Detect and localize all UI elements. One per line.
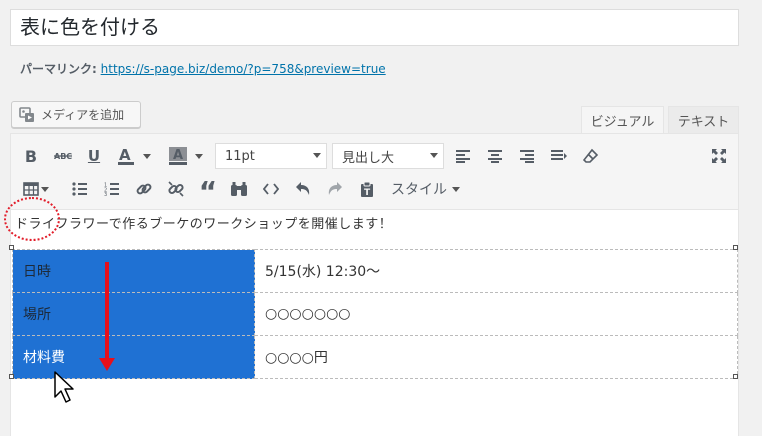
blockquote-icon[interactable]: “ xyxy=(196,177,220,206)
table-row: 日時 5/15(水) 12:30〜 xyxy=(12,249,738,293)
paste-text-icon[interactable]: T xyxy=(355,177,379,201)
table-head-cell[interactable]: 場所 xyxy=(12,292,255,336)
insert-link-icon[interactable] xyxy=(132,177,156,201)
clear-formatting-icon[interactable] xyxy=(579,144,603,168)
mouse-cursor-icon xyxy=(54,371,74,403)
svg-text:3: 3 xyxy=(104,192,107,196)
text-color-icon[interactable]: A xyxy=(114,144,138,168)
editor: B ABC U A A 11pt 見出し大 1 2 3 “ T スタイル ドライ… xyxy=(10,133,739,436)
bullet-list-icon[interactable] xyxy=(68,177,92,201)
add-media-label: メディアを追加 xyxy=(41,108,125,122)
chevron-down-icon xyxy=(452,186,460,192)
svg-text:A: A xyxy=(119,146,131,164)
justify-icon[interactable] xyxy=(547,144,571,168)
toolbar-row-1: B ABC U A A 11pt 見出し大 xyxy=(11,140,738,172)
down-arrow-shaft xyxy=(105,262,109,360)
tab-visual[interactable]: ビジュアル xyxy=(581,106,664,133)
table-value-cell[interactable]: 5/15(水) 12:30〜 xyxy=(254,249,738,293)
down-arrow-icon xyxy=(99,358,115,371)
event-table[interactable]: 日時 5/15(水) 12:30〜 場所 ○○○○○○○ 材料費 ○○○○円 xyxy=(12,249,738,379)
chevron-down-icon xyxy=(313,153,321,158)
block-format-select[interactable]: 見出し大 xyxy=(332,143,444,169)
find-replace-icon[interactable] xyxy=(227,177,251,201)
remove-link-icon[interactable] xyxy=(164,177,188,201)
intro-paragraph: ドライフラワーで作るブーケのワークショップを開催します！ xyxy=(15,217,393,232)
add-media-button[interactable]: メディアを追加 xyxy=(11,101,141,128)
block-format-value: 見出し大 xyxy=(342,150,395,166)
code-icon[interactable] xyxy=(259,177,283,201)
permalink: パーマリンク: https://s-page.biz/demo/?p=758&p… xyxy=(20,60,386,77)
table-head-cell[interactable]: 材料費 xyxy=(12,335,255,379)
undo-icon[interactable] xyxy=(291,177,315,201)
bold-icon[interactable]: B xyxy=(19,144,43,168)
svg-text:T: T xyxy=(364,188,371,197)
permalink-link[interactable]: https://s-page.biz/demo/?p=758&preview=t… xyxy=(101,62,386,76)
font-size-value: 11pt xyxy=(225,148,255,164)
tab-text[interactable]: テキスト xyxy=(668,106,739,133)
table-value-cell[interactable]: ○○○○○○○ xyxy=(254,292,738,336)
editor-toolbar: B ABC U A A 11pt 見出し大 1 2 3 “ T スタイル xyxy=(11,134,738,210)
align-center-icon[interactable] xyxy=(483,144,507,168)
text-color-dropdown-icon[interactable] xyxy=(141,144,153,168)
permalink-label: パーマリンク: xyxy=(20,62,97,76)
chevron-down-icon xyxy=(430,153,438,158)
post-title-input[interactable]: 表に色を付ける xyxy=(10,9,739,46)
svg-text:A: A xyxy=(173,148,183,163)
table-resize-handle[interactable] xyxy=(733,245,738,250)
table-head-cell[interactable]: 日時 xyxy=(12,249,255,293)
table-row: 場所 ○○○○○○○ xyxy=(12,292,738,336)
fullscreen-icon[interactable] xyxy=(707,144,731,168)
table-resize-handle[interactable] xyxy=(9,245,14,250)
add-media-icon xyxy=(19,106,34,122)
table-dropdown-icon[interactable] xyxy=(39,177,51,201)
strikethrough-icon[interactable]: ABC xyxy=(51,144,75,168)
font-size-select[interactable]: 11pt xyxy=(215,143,327,169)
table-value-cell[interactable]: ○○○○円 xyxy=(254,335,738,379)
numbered-list-icon[interactable]: 123 xyxy=(100,177,124,201)
background-color-dropdown-icon[interactable] xyxy=(193,144,205,168)
background-color-icon[interactable]: A xyxy=(166,144,190,168)
table-resize-handle[interactable] xyxy=(9,374,14,379)
redo-icon[interactable] xyxy=(323,177,347,201)
post-title-text: 表に色を付ける xyxy=(20,15,160,39)
table-row: 材料費 ○○○○円 xyxy=(12,335,738,379)
style-menu-label: スタイル xyxy=(391,182,447,198)
toolbar-row-2: 123 “ T スタイル xyxy=(11,173,738,206)
align-left-icon[interactable] xyxy=(451,144,475,168)
table-resize-handle[interactable] xyxy=(733,374,738,379)
align-right-icon[interactable] xyxy=(515,144,539,168)
style-menu[interactable]: スタイル xyxy=(391,177,460,201)
underline-icon[interactable]: U xyxy=(82,144,106,168)
editor-content[interactable]: ドライフラワーで作るブーケのワークショップを開催します！ 日時 5/15(水) … xyxy=(11,211,738,436)
